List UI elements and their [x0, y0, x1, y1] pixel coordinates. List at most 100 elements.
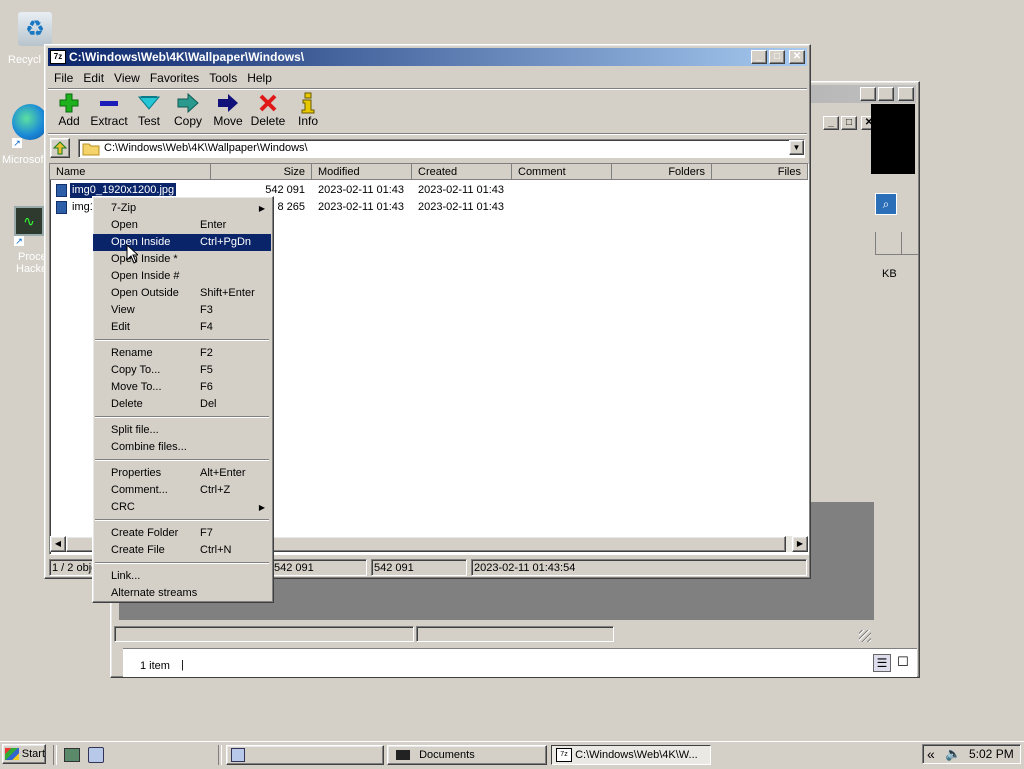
clock[interactable]: 5:02 PM: [969, 747, 1014, 761]
taskbar-button-blank[interactable]: [226, 745, 384, 765]
inner-minimize-button[interactable]: _: [823, 116, 839, 130]
context-menu-item-create-folder[interactable]: Create Folder F7: [93, 525, 271, 542]
inner-maximize-button[interactable]: □: [841, 116, 857, 130]
inner-status-pane: [416, 626, 614, 642]
menu-item-label: Comment...: [111, 484, 168, 496]
context-menu-item-open-inside[interactable]: Open Inside #: [93, 268, 271, 285]
menu-item-shortcut: Alt+Enter: [200, 467, 246, 479]
toolbar-test-button[interactable]: Test: [129, 92, 169, 128]
address-dropdown-button[interactable]: ▼: [789, 140, 804, 155]
context-menu-item-open-inside[interactable]: Open Inside *: [93, 251, 271, 268]
context-menu-item-properties[interactable]: Properties Alt+Enter: [93, 465, 271, 482]
toolbar-delete-button[interactable]: Delete: [248, 92, 288, 128]
column-header-name[interactable]: Name: [50, 164, 211, 180]
menu-item-label: CRC: [111, 501, 135, 513]
column-header-comment[interactable]: Comment: [512, 164, 612, 180]
menu-separator: [95, 562, 269, 564]
menu-item-label: Copy To...: [111, 364, 161, 376]
toolbar-copy-button[interactable]: Copy: [168, 92, 208, 128]
menu-tools[interactable]: Tools: [204, 71, 242, 85]
edge-icon: [12, 104, 48, 140]
menu-file[interactable]: File: [49, 71, 78, 85]
menu-item-label: View: [111, 304, 135, 316]
context-menu-item-rename[interactable]: Rename F2: [93, 345, 271, 362]
toolbar-extract-button[interactable]: Extract: [89, 92, 129, 128]
menu-item-shortcut: Ctrl+PgDn: [200, 236, 252, 248]
column-header-folders[interactable]: Folders: [612, 164, 712, 180]
move-icon: [218, 94, 238, 112]
explorer-quicklaunch-icon[interactable]: [88, 747, 104, 763]
start-button[interactable]: Start: [2, 744, 46, 764]
column-header-files[interactable]: Files: [712, 164, 808, 180]
menu-view[interactable]: View: [109, 71, 145, 85]
shortcut-arrow-icon: ↗: [12, 138, 22, 148]
tiles-view-icon[interactable]: ☐: [895, 654, 911, 670]
close-button[interactable]: ✕: [789, 50, 805, 64]
menu-item-shortcut: F3: [200, 304, 213, 316]
resize-grip-icon[interactable]: [859, 630, 871, 642]
scroll-right-button[interactable]: ▶: [792, 536, 808, 552]
scroll-left-button[interactable]: ◀: [50, 536, 66, 552]
context-menu-item-delete[interactable]: Delete Del: [93, 396, 271, 413]
context-menu-item-open[interactable]: Open Enter: [93, 217, 271, 234]
minimize-button[interactable]: _: [860, 87, 876, 101]
submenu-arrow-icon: ▶: [258, 503, 265, 512]
toolbar-extract-label: Extract: [90, 114, 128, 128]
context-menu-item-open-outside[interactable]: Open Outside Shift+Enter: [93, 285, 271, 302]
column-header-created[interactable]: Created: [412, 164, 512, 180]
context-menu-item-split-file[interactable]: Split file...: [93, 422, 271, 439]
toolbar-info-button[interactable]: Info: [288, 92, 328, 128]
taskbar-button-documents[interactable]: Documents: [387, 745, 547, 765]
menu-item-shortcut: F5: [200, 364, 213, 376]
menu-edit[interactable]: Edit: [78, 71, 109, 85]
up-folder-button[interactable]: [50, 138, 70, 158]
file-created-cell: 2023-02-11 01:43: [418, 184, 505, 196]
address-combo[interactable]: C:\Windows\Web\4K\Wallpaper\Windows\ ▼: [78, 139, 805, 158]
column-header-size[interactable]: Size: [211, 164, 312, 180]
recycle-bin-icon: ♻: [18, 12, 52, 46]
menu-item-shortcut: Ctrl+Z: [200, 484, 231, 496]
search-icon[interactable]: ⌕: [875, 193, 897, 215]
minimize-button[interactable]: _: [751, 50, 767, 64]
kb-label: KB: [882, 268, 897, 280]
windows-logo-icon: [5, 748, 19, 760]
quicklaunch-divider: [53, 745, 57, 765]
context-menu-item-combine-files[interactable]: Combine files...: [93, 439, 271, 456]
context-menu-item-move-to[interactable]: Move To... F6: [93, 379, 271, 396]
file-modified-cell: 2023-02-11 01:43: [318, 201, 405, 213]
dark-preview-panel: [871, 104, 915, 174]
maximize-button[interactable]: □: [769, 50, 785, 64]
close-button[interactable]: ✕: [898, 87, 914, 101]
context-menu-item-link[interactable]: Link...: [93, 568, 271, 585]
toolbar-separator: [48, 133, 807, 135]
context-menu-item-edit[interactable]: Edit F4: [93, 319, 271, 336]
toolbar-info-label: Info: [297, 114, 318, 128]
details-view-icon[interactable]: ☰: [873, 654, 891, 672]
maximize-button[interactable]: □: [878, 87, 894, 101]
taskbar-button-7zip[interactable]: 7z C:\Windows\Web\4K\W...: [551, 745, 711, 765]
process-hacker-icon: ∿: [14, 206, 44, 236]
delete-icon: [259, 94, 277, 112]
column-header-modified[interactable]: Modified: [312, 164, 412, 180]
tray-chevron-icon[interactable]: «: [927, 746, 935, 762]
menu-help[interactable]: Help: [242, 71, 277, 85]
zip-title-bar[interactable]: 7z C:\Windows\Web\4K\Wallpaper\Windows\ …: [48, 48, 807, 66]
menu-item-label: Rename: [111, 347, 153, 359]
context-menu-item-copy-to[interactable]: Copy To... F5: [93, 362, 271, 379]
menu-item-label: Create Folder: [111, 527, 179, 539]
menu-item-label: Open Outside: [111, 287, 179, 299]
show-desktop-icon[interactable]: [64, 748, 80, 762]
volume-icon[interactable]: 🔈: [945, 746, 961, 762]
context-menu-item-open-inside[interactable]: Open Inside Ctrl+PgDn: [93, 234, 271, 251]
menu-favorites[interactable]: Favorites: [145, 71, 204, 85]
context-menu-item-7-zip[interactable]: 7-Zip ▶: [93, 200, 271, 217]
toolbar-move-button[interactable]: Move: [208, 92, 248, 128]
context-menu-item-crc[interactable]: CRC ▶: [93, 499, 271, 516]
context-menu-item-view[interactable]: View F3: [93, 302, 271, 319]
menu-item-label: Delete: [111, 398, 143, 410]
context-menu-item-alternate-streams[interactable]: Alternate streams: [93, 585, 271, 602]
folder-icon: [396, 750, 410, 761]
context-menu-item-create-file[interactable]: Create File Ctrl+N: [93, 542, 271, 559]
context-menu-item-comment[interactable]: Comment... Ctrl+Z: [93, 482, 271, 499]
toolbar-add-button[interactable]: Add: [49, 92, 89, 128]
